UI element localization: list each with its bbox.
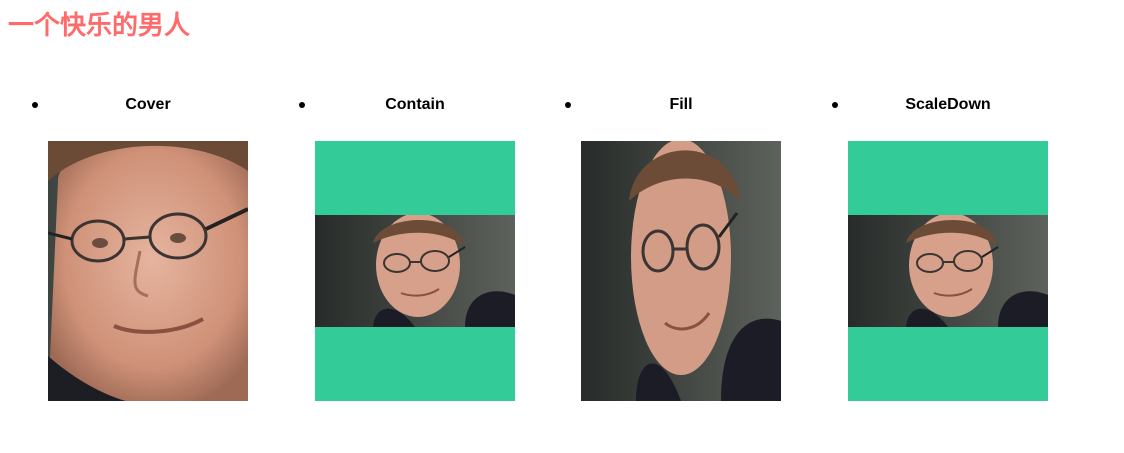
list-item-fill: Fill: [533, 92, 800, 412]
image-frame-fill: [581, 141, 781, 401]
portrait-photo-contain: [315, 215, 515, 327]
page-title: 一个快乐的男人: [8, 11, 191, 41]
portrait-photo-scale-down: [848, 215, 1048, 327]
caption-fill: Fill: [669, 96, 693, 113]
bullet-dot-icon: [832, 102, 838, 108]
image-frame-cover: [48, 141, 248, 401]
letterboxed-image-scale-down: [848, 215, 1048, 327]
caption-cover: Cover: [125, 96, 171, 113]
list-item-scale-down: ScaleDown: [800, 92, 1067, 412]
list-item-contain: Contain: [267, 92, 534, 412]
bullet-dot-icon: [32, 102, 38, 108]
image-frame-scale-down: [848, 141, 1048, 401]
portrait-photo-fill: [581, 141, 781, 401]
letterboxed-image-contain: [315, 215, 515, 327]
image-frame-contain: [315, 141, 515, 401]
list-item-cover: Cover: [0, 92, 267, 412]
portrait-photo-cover: [48, 141, 248, 401]
caption-contain: Contain: [385, 96, 445, 113]
bullet-dot-icon: [299, 102, 305, 108]
bullet-dot-icon: [565, 102, 571, 108]
caption-scale-down: ScaleDown: [905, 96, 991, 113]
